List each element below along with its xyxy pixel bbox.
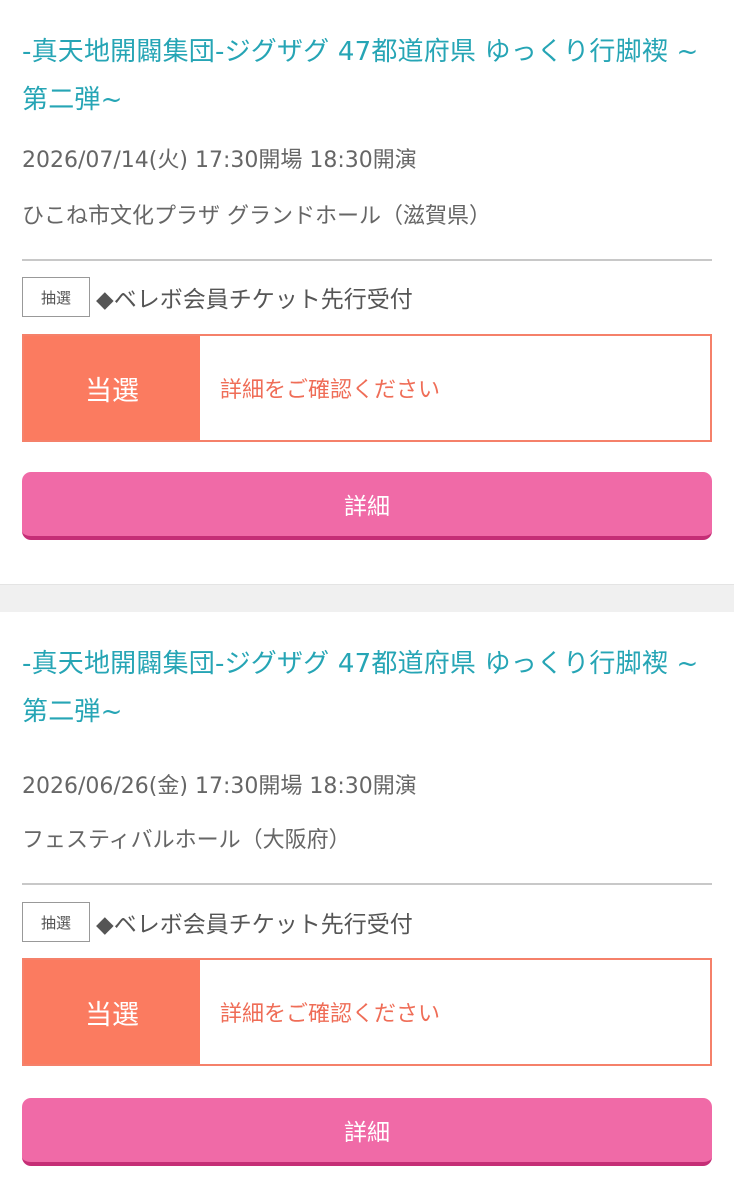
sales-type-row: 抽選 ◆ベレボ会員チケット先行受付 [22, 277, 413, 317]
event-venue: ひこね市文化プラザ グランドホール（滋賀県） [22, 204, 491, 229]
sales-type-label: ◆ベレボ会員チケット先行受付 [96, 287, 413, 313]
sales-type-row: 抽選 ◆ベレボ会員チケット先行受付 [22, 902, 413, 942]
event-datetime: 2026/07/14(火) 17:30開場 18:30開演 [22, 148, 417, 173]
result-status-badge: 当選 [24, 960, 200, 1064]
divider [22, 259, 712, 261]
event-datetime: 2026/06/26(金) 17:30開場 18:30開演 [22, 774, 417, 799]
result-status-badge: 当選 [24, 336, 200, 440]
event-venue: フェスティバルホール（大阪府） [22, 828, 351, 853]
detail-button[interactable]: 詳細 [22, 472, 712, 540]
detail-button[interactable]: 詳細 [22, 1098, 712, 1166]
lottery-result: 当選 詳細をご確認ください [22, 334, 712, 442]
lottery-badge: 抽選 [22, 277, 90, 317]
event-title[interactable]: -真天地開闢集団-ジグザグ 47都道府県 ゆっくり行脚禊 ~第二弾~ [22, 28, 712, 124]
sales-type-label: ◆ベレボ会員チケット先行受付 [96, 912, 413, 938]
event-title[interactable]: -真天地開闢集団-ジグザグ 47都道府県 ゆっくり行脚禊 ~第二弾~ [22, 640, 712, 736]
lottery-result: 当選 詳細をご確認ください [22, 958, 712, 1066]
divider [22, 883, 712, 885]
card-separator [0, 584, 734, 613]
lottery-badge: 抽選 [22, 902, 90, 942]
result-message: 詳細をご確認ください [220, 378, 441, 403]
ticket-card: -真天地開闢集団-ジグザグ 47都道府県 ゆっくり行脚禊 ~第二弾~ 2026/… [0, 612, 734, 1200]
ticket-card: -真天地開闢集団-ジグザグ 47都道府県 ゆっくり行脚禊 ~第二弾~ 2026/… [0, 0, 734, 584]
result-message: 詳細をご確認ください [220, 1002, 441, 1027]
